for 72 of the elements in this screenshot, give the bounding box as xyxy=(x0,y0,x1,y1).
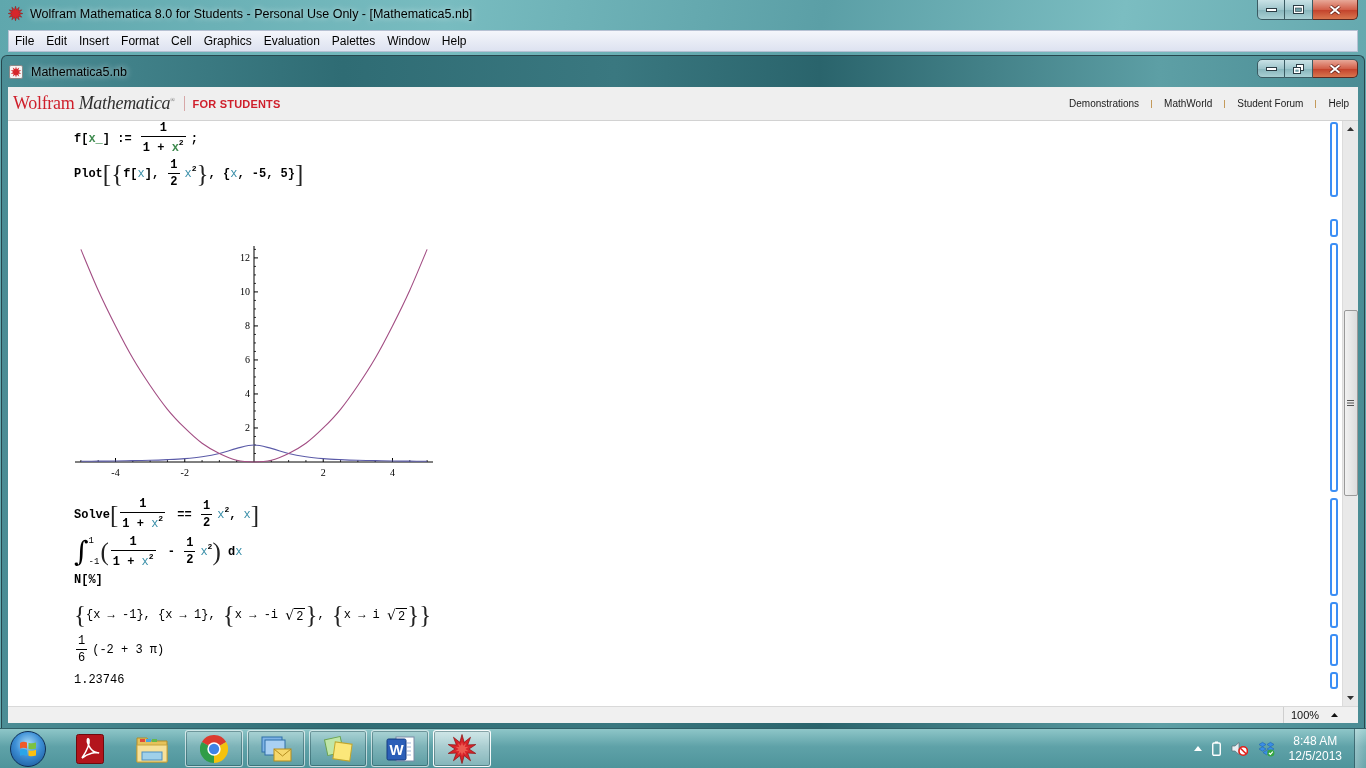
tick-label: 10 xyxy=(240,286,250,298)
cell-bracket-icon[interactable] xyxy=(1330,672,1338,689)
grip-icon xyxy=(1347,400,1354,406)
logo-text: Wolfram Mathematica$^{®}$ xyxy=(13,93,175,114)
menu-item[interactable]: File xyxy=(9,34,41,48)
cell-bracket-icon[interactable] xyxy=(1330,634,1338,666)
tick-label: -4 xyxy=(111,467,120,478)
cell-bracket-icon[interactable] xyxy=(1330,243,1338,492)
scroll-down-icon[interactable] xyxy=(1347,696,1354,700)
menu-item[interactable]: Palettes xyxy=(325,34,382,48)
minimize-icon xyxy=(1265,66,1277,71)
browser-icon xyxy=(200,734,228,763)
triangle-up-icon[interactable] xyxy=(1193,746,1202,751)
input-formula: N[%] xyxy=(74,573,103,588)
tick-label: 6 xyxy=(245,354,250,366)
menu-item[interactable]: Cell xyxy=(165,34,198,48)
minimize-icon xyxy=(1265,7,1277,12)
star-icon xyxy=(8,6,23,21)
folder-icon xyxy=(136,734,168,763)
mail-icon xyxy=(260,735,292,762)
speaker-muted-icon[interactable] xyxy=(1230,741,1248,756)
window-title: Wolfram Mathematica 8.0 for Students - Personal Use Only - [Mathematica5.nb] xyxy=(30,6,473,21)
menu-item[interactable]: Window xyxy=(381,34,436,48)
restore-icon xyxy=(1293,63,1304,74)
minimize-button[interactable] xyxy=(1257,59,1285,78)
cell-bracket-icon[interactable] xyxy=(1330,498,1338,596)
tick-label: 2 xyxy=(245,422,250,434)
maximize-icon xyxy=(1293,5,1304,14)
scroll-thumb[interactable] xyxy=(1343,310,1358,496)
tick-label: -2 xyxy=(180,467,189,478)
start-button[interactable] xyxy=(10,730,46,767)
close-button[interactable] xyxy=(1313,59,1358,78)
taskbar-button[interactable] xyxy=(433,730,491,767)
tick-label: 2 xyxy=(320,467,326,478)
menu-item[interactable]: Graphics xyxy=(197,34,258,48)
minimize-button[interactable] xyxy=(1257,0,1285,20)
pdf-icon xyxy=(76,733,104,764)
taskbar-button[interactable]: W xyxy=(371,730,429,767)
close-icon xyxy=(1329,63,1341,74)
restore-button[interactable] xyxy=(1285,59,1313,78)
scroll-up-icon[interactable] xyxy=(1347,127,1354,131)
document-title: Mathematica5.nb xyxy=(31,64,127,79)
output-formula: 1.23746 xyxy=(74,673,125,688)
close-icon xyxy=(1329,4,1341,15)
battery-icon[interactable] xyxy=(1211,741,1221,756)
tick-label: 8 xyxy=(245,320,250,332)
zoom-menu[interactable]: 100% xyxy=(1283,707,1342,723)
show-desktop-button[interactable] xyxy=(1354,729,1366,768)
flag-icon xyxy=(19,740,37,757)
star-icon xyxy=(447,733,477,764)
menu-item[interactable]: Help xyxy=(435,34,473,48)
diamond-cluster-check-icon[interactable] xyxy=(1257,740,1275,757)
tick-label: 12 xyxy=(240,252,250,264)
star-icon xyxy=(9,64,23,79)
caret-up-icon xyxy=(1331,713,1338,717)
menu-item[interactable]: Insert xyxy=(73,34,116,48)
tick-label: 4 xyxy=(390,467,395,478)
edition-label: FOR STUDENTS xyxy=(192,97,281,110)
tick-label: 4 xyxy=(245,388,250,400)
menu-item[interactable]: Format xyxy=(115,34,166,48)
menu-item[interactable]: Edit xyxy=(40,34,74,48)
notes-icon xyxy=(323,734,353,763)
banner-link[interactable]: Student Forum xyxy=(1237,98,1304,109)
cell-bracket-icon[interactable] xyxy=(1330,122,1338,197)
banner-link[interactable]: MathWorld xyxy=(1164,98,1213,109)
banner-link[interactable]: Help xyxy=(1328,98,1349,109)
close-button[interactable] xyxy=(1313,0,1358,20)
maximize-button[interactable] xyxy=(1285,0,1313,20)
menu-item[interactable]: Evaluation xyxy=(257,34,326,48)
banner-link[interactable]: Demonstrations xyxy=(1069,98,1140,109)
cell-bracket-icon[interactable] xyxy=(1330,602,1338,628)
cell-bracket-icon[interactable] xyxy=(1330,219,1338,237)
